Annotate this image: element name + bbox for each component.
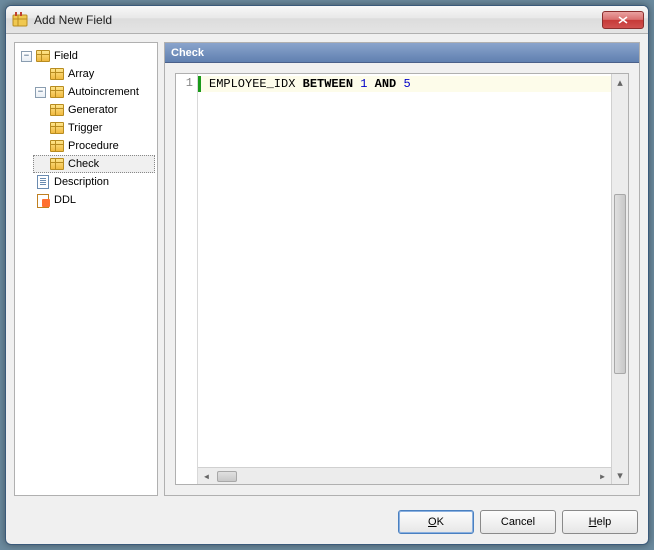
dialog-content: − Field Array (6, 34, 648, 504)
scroll-thumb[interactable] (614, 194, 626, 374)
help-button[interactable]: Help (562, 510, 638, 534)
tree-node-autoincrement[interactable]: − Autoincrement (33, 83, 155, 101)
tree-label: Field (54, 50, 78, 62)
code-area[interactable]: EMPLOYEE_IDX BETWEEN 1 AND 5 ◂ ▸ (198, 74, 611, 484)
vertical-scrollbar[interactable]: ▴ ▾ (611, 74, 628, 484)
tree-node-generator[interactable]: Generator (47, 101, 155, 119)
editor-container: 1 EMPLOYEE_IDX BETWEEN 1 AND 5 ◂ (165, 63, 639, 495)
tree-panel: − Field Array (14, 42, 158, 496)
window-title: Add New Field (34, 13, 602, 27)
tree-node-trigger[interactable]: Trigger (47, 119, 155, 137)
tree-node-check[interactable]: Check (33, 155, 155, 173)
app-icon (12, 12, 28, 28)
scroll-thumb[interactable] (217, 471, 237, 482)
table-icon (49, 102, 65, 118)
table-icon (49, 120, 65, 136)
tree-node-array[interactable]: Array (33, 65, 155, 83)
line-number: 1 (176, 76, 193, 90)
collapse-icon[interactable]: − (35, 87, 46, 98)
tree-node-field[interactable]: − Field (19, 47, 155, 65)
spacer (21, 195, 32, 206)
nav-tree: − Field Array (17, 47, 155, 209)
scroll-down-icon[interactable]: ▾ (612, 467, 628, 484)
collapse-icon[interactable]: − (21, 51, 32, 62)
right-panel: Check 1 EMPLOYEE_IDX BETWEEN 1 AND 5 (164, 42, 640, 496)
scroll-right-icon[interactable]: ▸ (594, 469, 611, 484)
tree-label: Procedure (68, 140, 119, 152)
table-icon (49, 138, 65, 154)
spacer (21, 177, 32, 188)
tree-label: Generator (68, 104, 118, 116)
tree-node-description[interactable]: Description (19, 173, 155, 191)
code-text: EMPLOYEE_IDX BETWEEN 1 AND 5 (209, 77, 411, 91)
dialog-window: Add New Field − Field (5, 5, 649, 545)
panel-title: Check (171, 47, 204, 59)
spacer (35, 159, 46, 170)
code-editor[interactable]: 1 EMPLOYEE_IDX BETWEEN 1 AND 5 ◂ (175, 73, 629, 485)
table-icon (35, 48, 51, 64)
line-gutter: 1 (176, 74, 198, 484)
spacer (35, 69, 46, 80)
button-row: OK Cancel Help (6, 504, 648, 544)
cancel-button[interactable]: Cancel (480, 510, 556, 534)
code-line[interactable]: EMPLOYEE_IDX BETWEEN 1 AND 5 (198, 76, 611, 92)
table-icon (49, 66, 65, 82)
ok-button[interactable]: OK (398, 510, 474, 534)
table-icon (49, 84, 65, 100)
scroll-up-icon[interactable]: ▴ (612, 74, 628, 91)
panel-header: Check (165, 43, 639, 63)
tree-node-ddl[interactable]: DDL (19, 191, 155, 209)
scroll-left-icon[interactable]: ◂ (198, 469, 215, 484)
document-icon (35, 174, 51, 190)
tree-node-procedure[interactable]: Procedure (47, 137, 155, 155)
tree-label: Array (68, 68, 94, 80)
tree-label: Description (54, 176, 109, 188)
horizontal-scrollbar[interactable]: ◂ ▸ (198, 467, 611, 484)
active-line-marker (198, 76, 201, 92)
tree-label: DDL (54, 194, 76, 206)
close-button[interactable] (602, 11, 644, 29)
titlebar[interactable]: Add New Field (6, 6, 648, 34)
tree-label: Autoincrement (68, 86, 139, 98)
table-icon (49, 156, 65, 172)
ddl-icon (35, 192, 51, 208)
tree-label: Check (68, 158, 99, 170)
tree-label: Trigger (68, 122, 102, 134)
